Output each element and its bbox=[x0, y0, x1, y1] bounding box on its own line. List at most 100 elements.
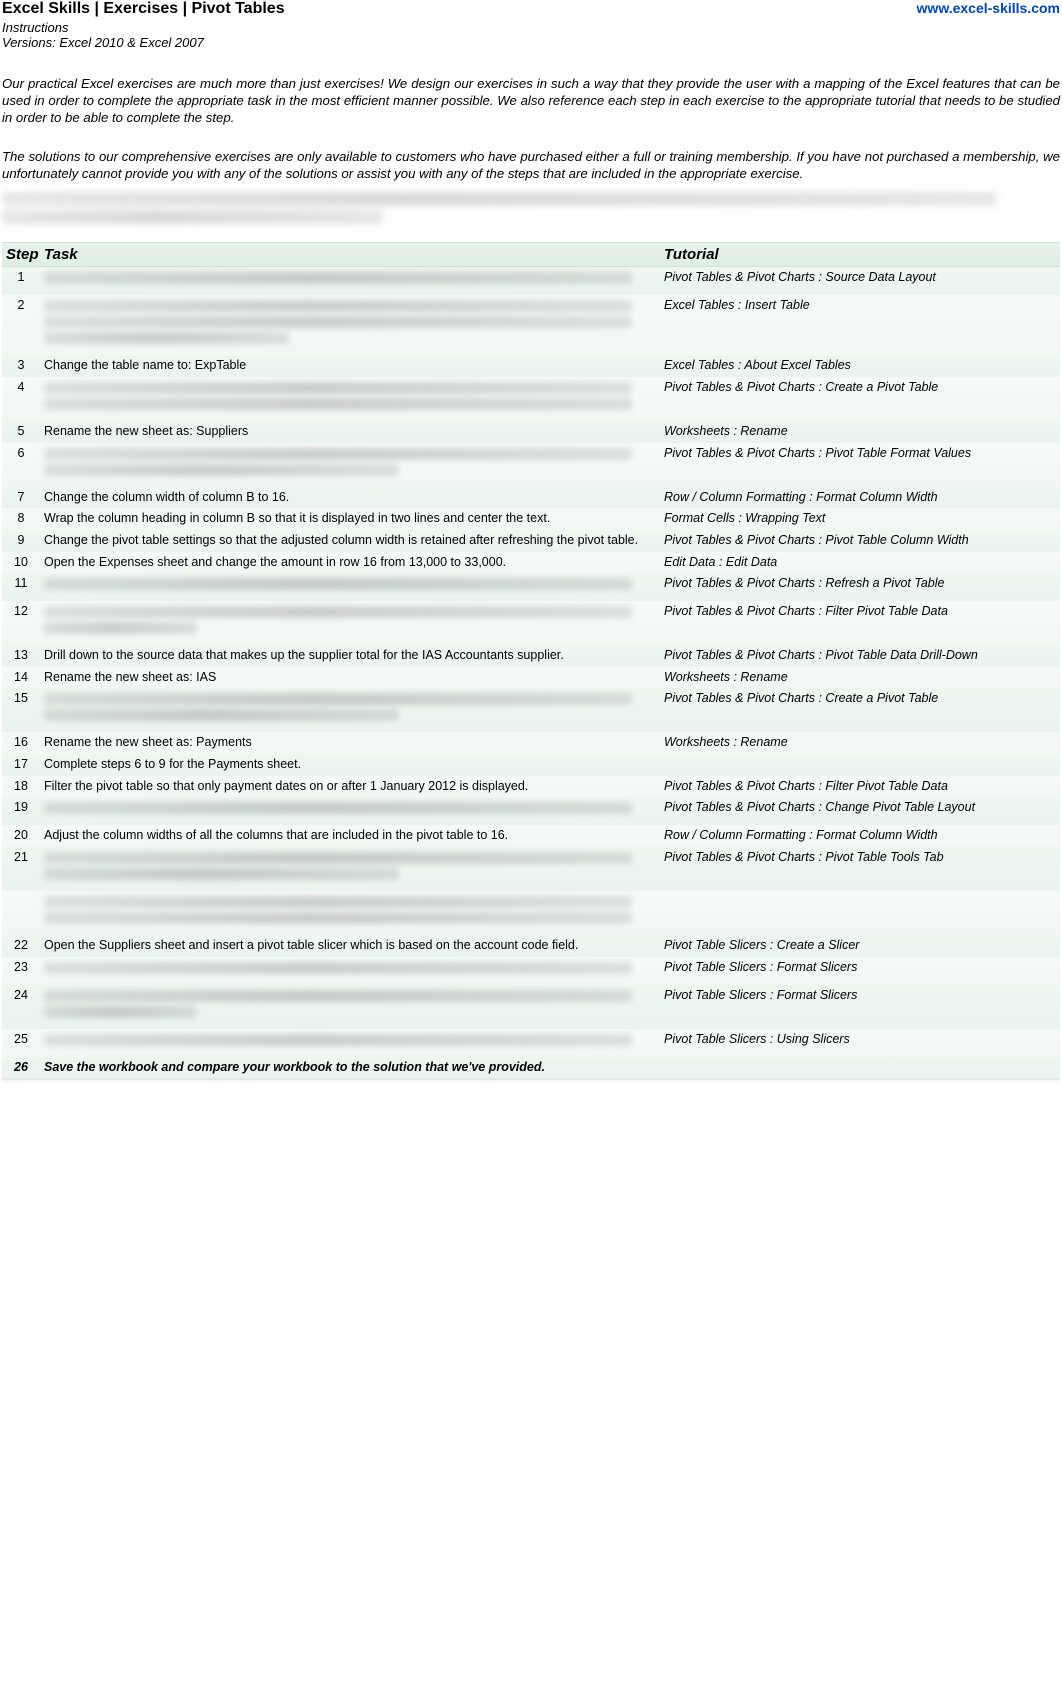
intro-paragraph-2: The solutions to our comprehensive exerc… bbox=[2, 149, 1060, 183]
task-cell bbox=[40, 267, 660, 295]
table-row: 6 Pivot Tables & Pivot Charts : Pivot Tab… bbox=[2, 443, 1060, 487]
task-cell bbox=[40, 573, 660, 601]
header-step: Step bbox=[2, 243, 40, 266]
task-cell bbox=[40, 377, 660, 421]
task-cell bbox=[40, 891, 660, 935]
tutorial-cell: Worksheets : Rename bbox=[660, 732, 1060, 754]
table-row: 21Pivot Tables & Pivot Charts : Pivot Ta… bbox=[2, 847, 1060, 891]
step-number: 18 bbox=[2, 776, 40, 796]
table-row: 10Open the Expenses sheet and change the… bbox=[2, 552, 1060, 574]
task-cell: Complete steps 6 to 9 for the Payments s… bbox=[40, 754, 660, 776]
step-number: 17 bbox=[2, 754, 40, 774]
tutorial-cell: Worksheets : Rename bbox=[660, 421, 1060, 443]
table-row: 13Drill down to the source data that mak… bbox=[2, 645, 1060, 667]
tutorial-cell bbox=[660, 754, 1060, 760]
step-number: 7 bbox=[2, 487, 40, 507]
step-number: 3 bbox=[2, 355, 40, 375]
task-cell bbox=[40, 847, 660, 891]
task-cell: Wrap the column heading in column B so t… bbox=[40, 508, 660, 530]
table-row: 26Save the workbook and compare your wor… bbox=[2, 1057, 1060, 1081]
table-row: 15 Pivot Tables & Pivot Charts : Create a… bbox=[2, 688, 1060, 732]
task-cell: Save the workbook and compare your workb… bbox=[40, 1057, 660, 1079]
task-cell: Open the Expenses sheet and change the a… bbox=[40, 552, 660, 574]
task-cell bbox=[40, 601, 660, 645]
step-number: 2 bbox=[2, 295, 40, 315]
task-cell bbox=[40, 1029, 660, 1057]
table-row: 8Wrap the column heading in column B so … bbox=[2, 508, 1060, 530]
step-number: 11 bbox=[2, 573, 40, 593]
table-row: 20Adjust the column widths of all the co… bbox=[2, 825, 1060, 847]
tutorial-cell: Pivot Table Slicers : Format Slicers bbox=[660, 985, 1060, 1007]
step-number: 6 bbox=[2, 443, 40, 463]
table-row: 7Change the column width of column B to … bbox=[2, 487, 1060, 509]
tutorial-cell: Pivot Tables & Pivot Charts : Pivot Tabl… bbox=[660, 530, 1060, 552]
table-row: 4 Pivot Tables & Pivot Charts : Create a … bbox=[2, 377, 1060, 421]
step-number bbox=[2, 891, 40, 897]
step-number: 9 bbox=[2, 530, 40, 550]
task-cell: Change the column width of column B to 1… bbox=[40, 487, 660, 509]
table-row: 17Complete steps 6 to 9 for the Payments… bbox=[2, 754, 1060, 776]
tutorial-cell: Excel Tables : Insert Table bbox=[660, 295, 1060, 317]
task-cell bbox=[40, 443, 660, 487]
tutorial-cell: Excel Tables : About Excel Tables bbox=[660, 355, 1060, 377]
table-row: 11 Pivot Tables & Pivot Charts : Refresh … bbox=[2, 573, 1060, 601]
step-number: 1 bbox=[2, 267, 40, 287]
table-header-row: Step Task Tutorial bbox=[2, 242, 1060, 267]
task-cell bbox=[40, 688, 660, 732]
tutorial-cell bbox=[660, 891, 1060, 897]
intro-paragraph-1: Our practical Excel exercises are much m… bbox=[2, 76, 1060, 127]
step-number: 13 bbox=[2, 645, 40, 665]
tutorial-cell: Row / Column Formatting : Format Column … bbox=[660, 825, 1060, 847]
task-cell: Drill down to the source data that makes… bbox=[40, 645, 660, 667]
step-number: 21 bbox=[2, 847, 40, 867]
step-number: 25 bbox=[2, 1029, 40, 1049]
step-number: 19 bbox=[2, 797, 40, 817]
step-number: 4 bbox=[2, 377, 40, 397]
tutorial-cell: Worksheets : Rename bbox=[660, 667, 1060, 689]
tutorial-cell: Pivot Tables & Pivot Charts : Create a P… bbox=[660, 688, 1060, 710]
step-number: 16 bbox=[2, 732, 40, 752]
task-cell: Adjust the column widths of all the colu… bbox=[40, 825, 660, 847]
task-cell bbox=[40, 957, 660, 985]
task-cell: Rename the new sheet as: Suppliers bbox=[40, 421, 660, 443]
step-number: 5 bbox=[2, 421, 40, 441]
step-number: 15 bbox=[2, 688, 40, 708]
tutorial-cell: Pivot Table Slicers : Using Slicers bbox=[660, 1029, 1060, 1051]
step-number: 8 bbox=[2, 508, 40, 528]
header-task: Task bbox=[40, 243, 660, 266]
table-row bbox=[2, 891, 1060, 935]
table-row: 25 Pivot Table Slicers : Using Slicers bbox=[2, 1029, 1060, 1057]
step-number: 20 bbox=[2, 825, 40, 845]
table-row: 1 Pivot Tables & Pivot Charts : Source Da… bbox=[2, 267, 1060, 295]
tutorial-cell: Pivot Tables & Pivot Charts : Pivot Tabl… bbox=[660, 443, 1060, 465]
site-link[interactable]: www.excel-skills.com bbox=[917, 0, 1060, 16]
tutorial-cell bbox=[660, 1057, 1060, 1063]
tutorial-cell: Pivot Table Slicers : Create a Slicer bbox=[660, 935, 1060, 957]
page-title: Excel Skills | Exercises | Pivot Tables bbox=[2, 0, 1060, 18]
tutorial-cell: Pivot Tables & Pivot Charts : Create a P… bbox=[660, 377, 1060, 399]
task-cell: Rename the new sheet as: Payments bbox=[40, 732, 660, 754]
tutorial-cell: Edit Data : Edit Data bbox=[660, 552, 1060, 574]
tutorial-cell: Format Cells : Wrapping Text bbox=[660, 508, 1060, 530]
table-row: 3Change the table name to: ExpTableExcel… bbox=[2, 355, 1060, 377]
tutorial-cell: Pivot Tables & Pivot Charts : Refresh a … bbox=[660, 573, 1060, 595]
table-row: 18Filter the pivot table so that only pa… bbox=[2, 776, 1060, 798]
tutorial-cell: Pivot Tables & Pivot Charts : Pivot Tabl… bbox=[660, 645, 1060, 667]
tutorial-cell: Pivot Tables & Pivot Charts : Change Piv… bbox=[660, 797, 1060, 819]
table-row: 14Rename the new sheet as: IASWorksheets… bbox=[2, 667, 1060, 689]
step-number: 23 bbox=[2, 957, 40, 977]
task-cell: Filter the pivot table so that only paym… bbox=[40, 776, 660, 798]
table-row: 24Pivot Table Slicers : Format Slicers bbox=[2, 985, 1060, 1029]
table-row: 19 Pivot Tables & Pivot Charts : Change P… bbox=[2, 797, 1060, 825]
step-number: 22 bbox=[2, 935, 40, 955]
table-row: 16Rename the new sheet as: PaymentsWorks… bbox=[2, 732, 1060, 754]
step-number: 12 bbox=[2, 601, 40, 621]
tutorial-cell: Pivot Tables & Pivot Charts : Filter Piv… bbox=[660, 601, 1060, 623]
tutorial-cell: Pivot Tables & Pivot Charts : Source Dat… bbox=[660, 267, 1060, 289]
tutorial-cell: Pivot Table Slicers : Format Slicers bbox=[660, 957, 1060, 979]
task-cell bbox=[40, 797, 660, 825]
blurred-intro-text bbox=[2, 192, 1060, 224]
step-number: 14 bbox=[2, 667, 40, 687]
task-cell bbox=[40, 985, 660, 1029]
versions-label: Versions: Excel 2010 & Excel 2007 bbox=[2, 35, 1060, 50]
